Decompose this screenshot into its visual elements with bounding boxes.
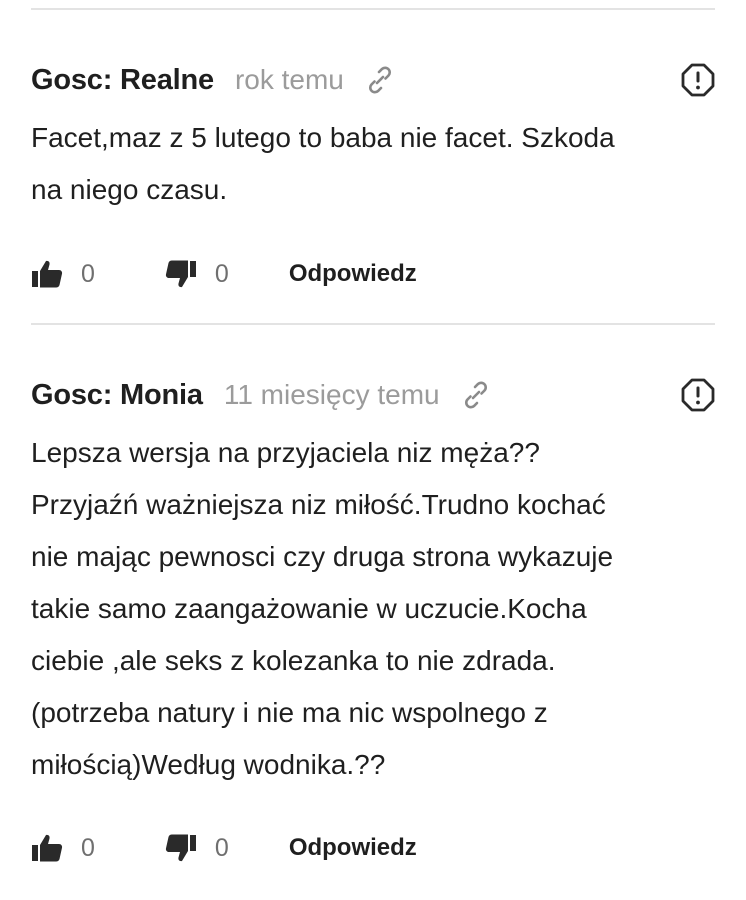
like-count: 0	[81, 833, 95, 862]
comment-text: Lepsza wersja na przyjaciela niz męża?? …	[31, 437, 614, 780]
dislike-count: 0	[214, 833, 229, 862]
link-icon[interactable]	[460, 379, 492, 411]
reply-button[interactable]: Odpowiedz	[289, 834, 417, 862]
reply-button[interactable]: Odpowiedz	[289, 260, 417, 288]
like-button[interactable]: 0	[31, 833, 95, 863]
comment: Gosc: Monia 11 miesięcy temu Lepsza wers…	[31, 375, 715, 791]
report-icon[interactable]	[681, 378, 715, 412]
comment-time[interactable]: 11 miesięcy temu	[224, 379, 440, 411]
link-icon[interactable]	[364, 64, 396, 96]
comment-text: Facet,maz z 5 lutego to baba nie facet. …	[31, 122, 615, 205]
dislike-button[interactable]: 0	[165, 833, 229, 863]
comment-time[interactable]: rok temu	[235, 64, 344, 96]
comment-author: Gosc: Monia	[31, 378, 203, 411]
comment-divider	[31, 8, 715, 10]
thumbs-up-icon	[32, 834, 63, 862]
thumbs-down-icon	[165, 260, 196, 288]
like-button[interactable]: 0	[31, 259, 95, 289]
thumbs-up-icon	[32, 260, 63, 288]
comment-header: Gosc: Monia 11 miesięcy temu	[31, 375, 715, 415]
comment-author: Gosc: Realne	[31, 63, 214, 96]
dislike-count: 0	[214, 259, 229, 288]
comment-header: Gosc: Realne rok temu	[31, 60, 715, 100]
like-count: 0	[81, 259, 95, 288]
thumbs-down-icon	[165, 834, 196, 862]
comment: Gosc: Realne rok temu Facet,maz z 5 lute…	[31, 60, 715, 216]
report-icon[interactable]	[681, 63, 715, 97]
comment-divider	[31, 323, 715, 325]
comment-actions: 0 0 Odpowiedz	[31, 828, 417, 868]
dislike-button[interactable]: 0	[165, 259, 229, 289]
comment-actions: 0 0 Odpowiedz	[31, 254, 417, 294]
